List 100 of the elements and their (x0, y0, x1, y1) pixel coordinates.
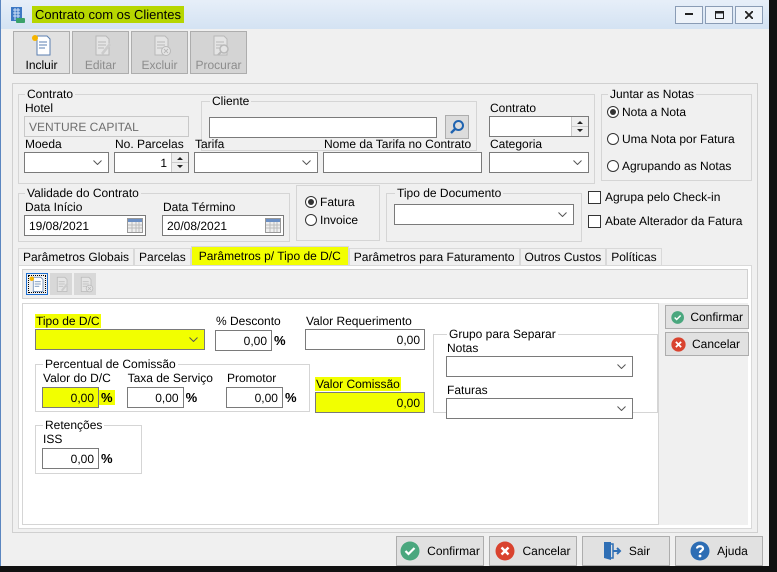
maximize-icon (714, 10, 724, 18)
dropdown[interactable] (394, 204, 574, 225)
tab[interactable]: Políticas (606, 248, 662, 265)
field-label: Nome da Tarifa no Contrato (323, 137, 472, 151)
group-label: Juntar as Notas (609, 87, 696, 101)
spin-arrows-icon (171, 153, 188, 172)
cancel-icon (495, 541, 516, 561)
unit-label: % (100, 451, 114, 466)
chevron-down-icon (189, 337, 198, 342)
text-field[interactable] (209, 116, 437, 138)
field-label: Faturas (446, 383, 489, 397)
checkbox[interactable]: Agrupa pelo Check-in (588, 190, 742, 204)
text-field[interactable]: 0,00 (305, 329, 425, 350)
search-icon (449, 119, 465, 135)
tab[interactable]: Parcelas (134, 248, 191, 265)
field-label: Data Início (24, 200, 84, 214)
footer-button[interactable]: Ajuda (675, 536, 763, 566)
search-button[interactable] (445, 115, 469, 139)
maximize-button[interactable] (705, 6, 733, 24)
minimize-button[interactable] (675, 6, 703, 24)
footer-button[interactable]: Confirmar (396, 536, 484, 566)
text-field[interactable]: 0,00 (42, 387, 99, 408)
chevron-down-icon (617, 364, 626, 369)
group-label: Retenções (44, 418, 104, 432)
number-field[interactable]: 1 (114, 152, 189, 173)
unit-label: % (99, 390, 115, 405)
cancel-icon (671, 336, 686, 352)
group-label: Tipo de Documento (396, 186, 502, 200)
field-label: Valor Comissão (315, 377, 401, 391)
footer-button[interactable]: Sair (582, 536, 670, 566)
text-field[interactable]: 0,00 (226, 387, 283, 408)
field-label: Promotor (226, 371, 278, 385)
new-document-icon (30, 33, 54, 57)
dropdown[interactable] (446, 356, 633, 377)
side-button[interactable]: Cancelar (665, 332, 749, 356)
radio-button[interactable]: Invoice (305, 213, 371, 227)
dropdown[interactable] (489, 152, 589, 173)
group-label: Cliente (211, 94, 250, 108)
app-icon (10, 6, 26, 24)
dropdown[interactable] (194, 152, 318, 173)
text-field[interactable]: VENTURE CAPITAL (24, 116, 189, 137)
tab[interactable]: Outros Custos (520, 248, 606, 265)
text-field[interactable]: 0,00 (215, 330, 272, 351)
window-title: Contrato com os Clientes (32, 6, 184, 23)
chevron-down-icon (617, 406, 626, 411)
radio-button[interactable]: Fatura (305, 195, 371, 209)
tab[interactable]: Parâmetros para Faturamento (348, 248, 520, 265)
chevron-down-icon (573, 160, 582, 165)
spin-arrows-icon (571, 117, 588, 136)
radio-button[interactable]: Nota a Nota (607, 105, 746, 119)
field-label: Contrato (489, 101, 538, 115)
group-label: Grupo para Separar (448, 327, 557, 341)
help-icon (690, 541, 710, 561)
check-icon (671, 310, 684, 324)
chevron-down-icon (558, 212, 567, 217)
side-button[interactable]: Confirmar (665, 305, 749, 329)
close-button[interactable] (735, 6, 763, 24)
field-label: Hotel (24, 101, 54, 115)
radio-button[interactable]: Agrupando as Notas (607, 159, 746, 173)
dropdown[interactable] (24, 152, 109, 173)
calendar-icon (265, 218, 281, 233)
dropdown[interactable] (446, 398, 633, 419)
radio-button[interactable]: Uma Nota por Fatura (607, 132, 746, 146)
group-label: Contrato (26, 87, 74, 101)
tab[interactable]: Parâmetros Globais (18, 248, 134, 265)
field-label: Valor Requerimento (305, 314, 413, 328)
field-label: ISS (42, 432, 64, 446)
chevron-down-icon (302, 160, 311, 165)
chevron-down-icon (93, 160, 102, 165)
group-label: Percentual de Comissão (44, 357, 177, 371)
checkbox[interactable]: Abate Alterador da Fatura (588, 214, 742, 228)
text-field[interactable]: 0,00 (126, 387, 184, 408)
calendar-icon (127, 218, 143, 233)
unit-label: % (284, 390, 298, 405)
field-label: No. Parcelas (114, 137, 185, 151)
field-label: Valor do D/C (42, 371, 112, 385)
footer-button[interactable]: Cancelar (489, 536, 577, 566)
toolbar-button[interactable]: Incluir (13, 31, 70, 74)
check-icon (400, 541, 420, 561)
close-icon (745, 10, 753, 18)
toolbar-button[interactable] (26, 273, 48, 295)
date-field[interactable]: 19/08/2021 (24, 215, 146, 236)
field-label: Taxa de Serviço (126, 371, 214, 385)
field-label: Moeda (24, 137, 63, 151)
unit-label: % (273, 333, 287, 348)
dropdown[interactable] (35, 329, 205, 350)
field-label: Data Término (162, 200, 236, 214)
date-field[interactable]: 20/08/2021 (162, 215, 284, 236)
field-label: % Desconto (215, 314, 282, 328)
minimize-icon (685, 13, 693, 16)
text-field[interactable] (323, 152, 482, 173)
text-field[interactable]: 0,00 (315, 392, 425, 413)
number-field[interactable] (489, 116, 589, 137)
text-field[interactable]: 0,00 (42, 448, 99, 469)
new-document-icon (28, 275, 46, 293)
field-label: Tipo de D/C (35, 314, 101, 328)
exit-door-icon (602, 541, 622, 561)
unit-label: % (184, 390, 198, 405)
field-label: Notas (446, 341, 480, 355)
tab[interactable]: Parâmetros p/ Tipo de D/C (190, 246, 349, 265)
